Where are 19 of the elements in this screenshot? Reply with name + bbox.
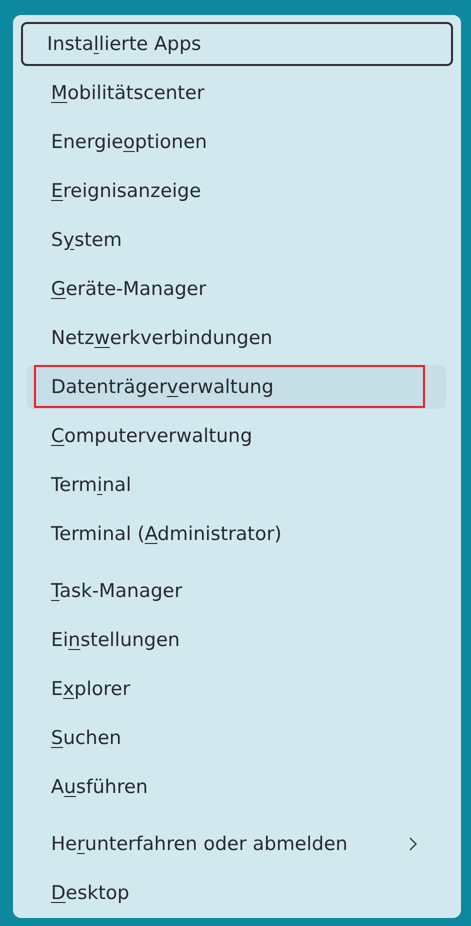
menu-item[interactable]: Geräte-Manager (27, 266, 446, 310)
menu-item[interactable]: Computerverwaltung (27, 414, 446, 458)
menu-item[interactable]: Terminal (Administrator) (27, 512, 446, 556)
menu-item[interactable]: Ereignisanzeige (27, 168, 446, 212)
menu-item[interactable]: Desktop (27, 870, 446, 914)
menu-item[interactable]: Suchen (27, 716, 446, 760)
menu-item[interactable]: Energieoptionen (27, 120, 446, 164)
menu-item[interactable]: Einstellungen (27, 618, 446, 662)
menu-item[interactable]: System (27, 218, 446, 262)
menu-item[interactable]: Terminal (27, 462, 446, 506)
menu-item[interactable]: Herunterfahren oder abmelden (27, 822, 446, 866)
menu-item[interactable]: Netzwerkverbindungen (27, 316, 446, 360)
menu-item[interactable]: Task-Manager (27, 568, 446, 612)
menu-item[interactable]: Ausführen (27, 764, 446, 808)
menu-item[interactable]: Datenträgerverwaltung (27, 364, 446, 408)
menu-item[interactable]: Mobilitätscenter (27, 70, 446, 114)
menu-item[interactable]: Explorer (27, 666, 446, 710)
menu-item[interactable]: Installierte Apps (21, 22, 453, 66)
chevron-right-icon (408, 836, 418, 850)
